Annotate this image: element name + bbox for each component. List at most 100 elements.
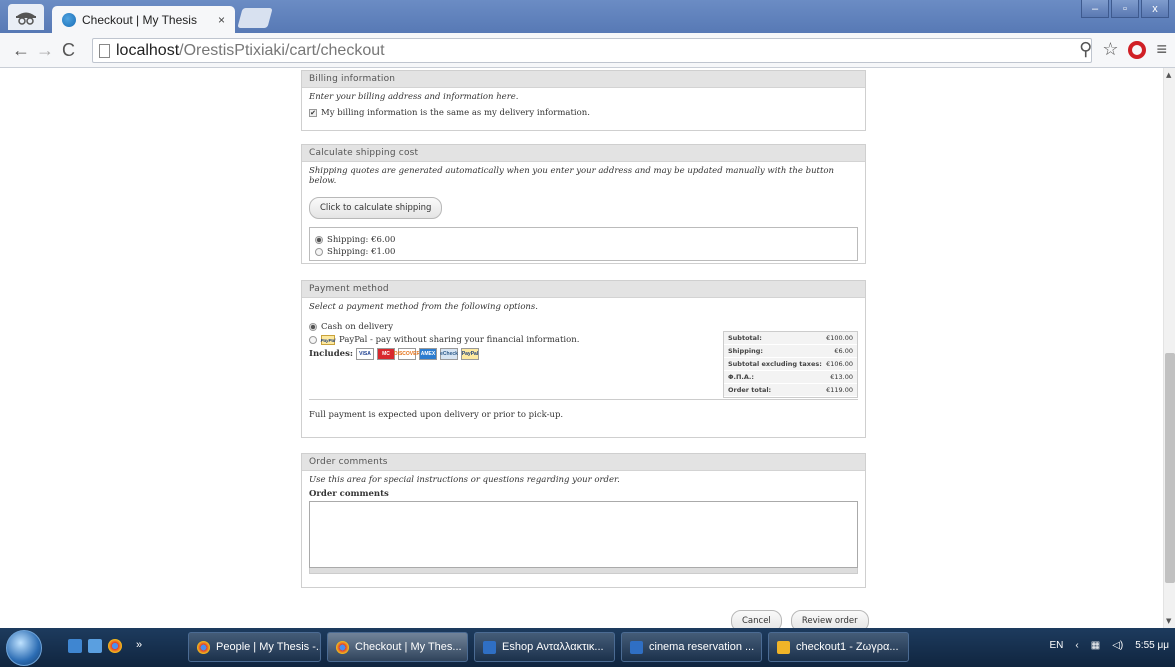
tray-expand-icon[interactable]: ‹	[1075, 640, 1078, 651]
close-window-button[interactable]: x	[1141, 0, 1169, 18]
order-comments-textarea[interactable]	[309, 501, 858, 568]
url-path: /OrestisPtixiaki/cart/checkout	[179, 41, 385, 59]
new-tab-button[interactable]	[237, 8, 273, 28]
cancel-button[interactable]: Cancel	[731, 610, 782, 628]
textarea-resize-grip[interactable]	[309, 568, 858, 574]
window-controls: – ▫ x	[1081, 0, 1169, 18]
comments-pane: Order comments Use this area for special…	[301, 453, 866, 588]
billing-pane: Billing information Enter your billing a…	[301, 70, 866, 131]
comments-description: Use this area for special instructions o…	[309, 475, 620, 485]
includes-label: Includes:	[309, 349, 354, 359]
system-tray: EN ‹ ▦ ◁) 5:55 μμ	[1050, 640, 1170, 651]
zoom-search-icon[interactable]: ⚲	[1079, 39, 1092, 60]
windows-taskbar: » People | My Thesis -... Checkout | My …	[0, 628, 1175, 667]
reload-icon[interactable]: C	[62, 40, 75, 61]
taskbar-item[interactable]: cinema reservation ...	[621, 632, 762, 662]
comments-legend: Order comments	[302, 454, 865, 471]
billing-description: Enter your billing address and informati…	[309, 92, 519, 102]
url-host: localhost	[116, 41, 180, 59]
chrome-icon[interactable]	[108, 639, 122, 653]
volume-icon[interactable]: ◁)	[1112, 640, 1123, 651]
bookmark-star-icon[interactable]: ☆	[1102, 39, 1118, 60]
same-address-checkbox[interactable]: ✔	[309, 109, 317, 117]
tab-checkout[interactable]: Checkout | My Thesis ×	[52, 6, 235, 33]
shipping-option-radio[interactable]	[315, 236, 323, 244]
shipping-description: Shipping quotes are generated automatica…	[309, 166, 834, 186]
page-icon	[99, 43, 110, 58]
menu-icon[interactable]: ≡	[1156, 39, 1167, 60]
payment-pane: Payment method Select a payment method f…	[301, 280, 866, 438]
totals-row: Subtotal: €100.00	[724, 332, 857, 345]
explorer-icon[interactable]	[88, 639, 102, 653]
browser-titlebar: Checkout | My Thesis × – ▫ x	[0, 0, 1175, 33]
word-icon	[483, 640, 496, 654]
paypal-logo: PayPal	[321, 335, 335, 345]
word-icon	[630, 640, 643, 654]
taskbar-item-label: Checkout | My Thes...	[355, 641, 462, 653]
page-scrollbar[interactable]: ▲ ▼	[1163, 68, 1175, 628]
minimize-button[interactable]: –	[1081, 0, 1109, 18]
payment-description: Select a payment method from the followi…	[309, 302, 538, 312]
taskbar-item-label: checkout1 - Ζωγρα...	[796, 641, 899, 653]
browser-toolbar: ← → C localhost /OrestisPtixiaki/cart/ch…	[0, 33, 1175, 68]
taskbar-item[interactable]: Eshop Ανταλλακτικ...	[474, 632, 615, 662]
shipping-pane: Calculate shipping cost Shipping quotes …	[301, 144, 866, 264]
same-address-label: My billing information is the same as my…	[321, 108, 590, 118]
payment-note: Full payment is expected upon delivery o…	[309, 410, 564, 420]
discover-card-icon: DISCOVER	[394, 348, 420, 360]
calculate-shipping-button[interactable]: Click to calculate shipping	[309, 197, 443, 219]
overflow-chevron-icon[interactable]: »	[136, 639, 142, 653]
chrome-icon	[197, 640, 210, 654]
address-bar[interactable]: localhost /OrestisPtixiaki/cart/checkout	[92, 38, 1092, 63]
scroll-down-icon[interactable]: ▼	[1166, 617, 1171, 625]
visa-card-icon: VISA	[356, 348, 375, 360]
clock[interactable]: 5:55 μμ	[1135, 640, 1169, 651]
language-indicator[interactable]: EN	[1050, 640, 1064, 651]
comments-field-label: Order comments	[309, 489, 389, 499]
totals-row: Shipping: €6.00	[724, 345, 857, 358]
tab-title: Checkout | My Thesis	[82, 12, 197, 27]
totals-row: Φ.Π.Α.: €13.00	[724, 371, 857, 384]
taskbar-item-label: Eshop Ανταλλακτικ...	[502, 641, 604, 653]
totals-row: Order total: €119.00	[724, 384, 857, 397]
payment-paypal-radio[interactable]	[309, 336, 317, 344]
form-actions: Cancel Review order	[731, 608, 869, 628]
taskbar-item-label: People | My Thesis -...	[216, 641, 321, 653]
forward-arrow-icon[interactable]: →	[36, 40, 54, 61]
maximize-button[interactable]: ▫	[1111, 0, 1139, 18]
back-arrow-icon[interactable]: ←	[12, 40, 30, 61]
shipping-legend: Calculate shipping cost	[302, 145, 865, 162]
taskbar-item[interactable]: checkout1 - Ζωγρα...	[768, 632, 909, 662]
mastercard-icon: MC	[377, 348, 396, 360]
show-desktop-icon[interactable]	[68, 639, 82, 653]
tab-close-icon[interactable]: ×	[218, 13, 225, 27]
payment-legend: Payment method	[302, 281, 865, 298]
network-icon[interactable]: ▦	[1091, 640, 1100, 651]
shipping-quotes: Shipping: €6.00 Shipping: €1.00	[309, 227, 858, 261]
taskbar-item[interactable]: People | My Thesis -...	[188, 632, 321, 662]
payment-method-label: PayPal - pay without sharing your financ…	[339, 335, 580, 345]
shipping-option-label: Shipping: €6.00	[327, 235, 396, 245]
opera-extension-icon[interactable]	[1128, 40, 1147, 59]
shipping-option-label: Shipping: €1.00	[327, 247, 396, 257]
scrollbar-thumb[interactable]	[1165, 353, 1175, 583]
taskbar-item-label: cinema reservation ...	[649, 641, 755, 653]
paint-icon	[777, 640, 790, 654]
amex-card-icon: AMEX	[419, 348, 438, 360]
incognito-icon	[8, 4, 44, 30]
totals-row: Subtotal excluding taxes: €106.00	[724, 358, 857, 371]
start-button[interactable]	[6, 630, 42, 666]
billing-legend: Billing information	[302, 71, 865, 88]
taskbar-item[interactable]: Checkout | My Thes...	[327, 632, 468, 662]
echeck-icon: eCheck	[440, 348, 459, 360]
paypal-card-icon: PayPal	[461, 348, 480, 360]
page-viewport: Billing information Enter your billing a…	[0, 68, 1163, 628]
review-order-button[interactable]: Review order	[790, 610, 869, 628]
chrome-icon	[336, 640, 349, 654]
payment-method-label: Cash on delivery	[321, 322, 394, 332]
scroll-up-icon[interactable]: ▲	[1166, 71, 1171, 79]
drupal-favicon-icon	[62, 12, 76, 27]
payment-cod-radio[interactable]	[309, 323, 317, 331]
shipping-option-radio[interactable]	[315, 248, 323, 256]
order-totals: Subtotal: €100.00 Shipping: €6.00 Subtotal…	[723, 331, 858, 398]
